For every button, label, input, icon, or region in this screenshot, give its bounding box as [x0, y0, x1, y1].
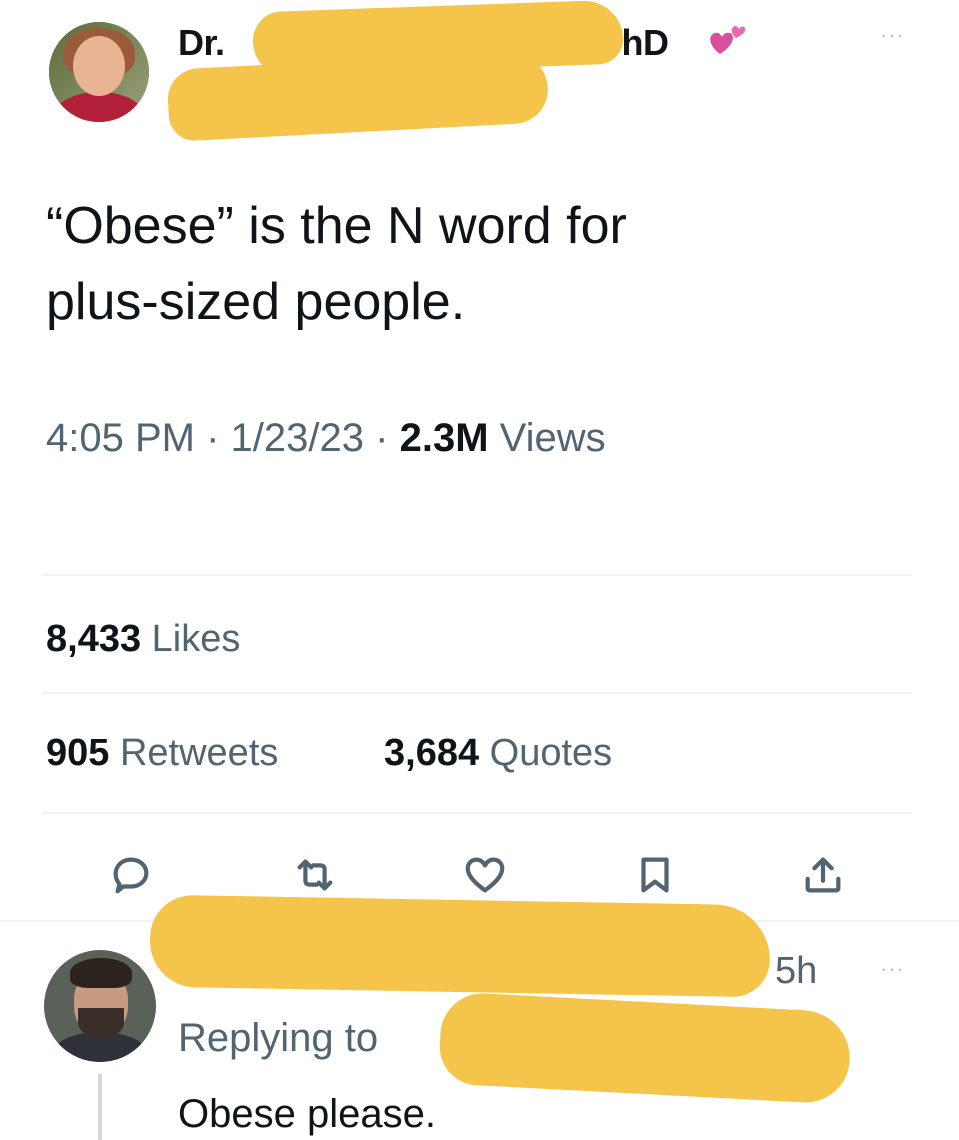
divider [42, 812, 912, 814]
quotes-label: Quotes [489, 732, 613, 774]
likes-label: Likes [151, 618, 241, 660]
bookmark-button[interactable] [632, 852, 678, 898]
tweet-meta: 4:05 PM · 1/23/23 · 2.3M Views [46, 416, 606, 461]
tweet-date[interactable]: 1/23/23 [231, 416, 364, 460]
reply-button[interactable] [108, 852, 154, 898]
reply-avatar[interactable] [44, 950, 156, 1062]
views-count: 2.3M [399, 416, 489, 460]
tweet-text: “Obese” is the N word for plus-sized peo… [46, 197, 627, 331]
like-button[interactable] [462, 852, 508, 898]
retweet-button[interactable] [292, 852, 338, 898]
bookmark-icon [632, 857, 678, 902]
likes-count: 8,433 [46, 618, 142, 660]
thread-line [98, 1074, 102, 1140]
tweet-time[interactable]: 4:05 PM [46, 416, 195, 460]
share-button[interactable] [800, 852, 846, 898]
more-options-icon[interactable]: ··· [880, 22, 905, 48]
author-name-prefix[interactable]: Dr. [178, 22, 225, 64]
views-label: Views [499, 416, 606, 460]
author-avatar[interactable] [49, 22, 149, 122]
more-options-icon[interactable]: ··· [880, 956, 905, 982]
redaction-mark-reply-handle [437, 991, 853, 1105]
meta-separator: · [206, 416, 220, 460]
two-hearts-icon [706, 20, 750, 64]
likes-stat[interactable]: 8,433 Likes [46, 618, 240, 661]
redaction-mark-reply-name [149, 894, 771, 998]
divider [42, 692, 912, 694]
replying-to-label: Replying to [178, 1016, 379, 1060]
retweets-stat[interactable]: 905 Retweets [46, 732, 278, 775]
reply-text: Obese please. [178, 1092, 436, 1136]
reply-time[interactable]: 5h [775, 950, 817, 993]
quotes-count: 3,684 [384, 732, 480, 774]
meta-separator: · [375, 416, 389, 460]
share-icon [800, 857, 846, 902]
divider [42, 574, 912, 576]
quotes-stat[interactable]: 3,684 Quotes [384, 732, 612, 775]
retweets-label: Retweets [119, 732, 279, 774]
retweets-count: 905 [46, 732, 110, 774]
comment-icon [108, 857, 154, 902]
